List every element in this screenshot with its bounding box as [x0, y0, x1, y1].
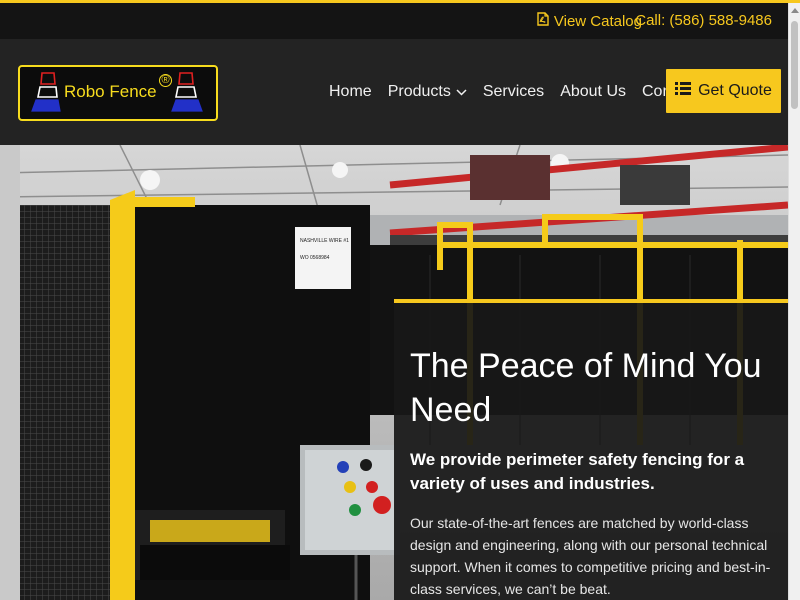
nav-item-services[interactable]: Services [483, 83, 544, 101]
view-catalog-label: View Catalog [553, 12, 642, 30]
list-icon [675, 82, 692, 100]
scroll-thumb[interactable] [791, 21, 798, 109]
hero-content-panel: The Peace of Mind You Need We provide pe… [394, 299, 788, 600]
hero-section: NASHVILLE WIRE #1 WO 0568984 The Peace o… [0, 145, 788, 600]
get-quote-button[interactable]: Get Quote [666, 69, 781, 113]
phone-link[interactable]: Call: (586) 588-9486 [635, 12, 772, 29]
hero-body-text: Our state-of-the-art fences are matched … [410, 515, 771, 597]
nav-item-products[interactable]: Products [388, 83, 467, 101]
pdf-icon [537, 12, 549, 30]
nav-item-about-us[interactable]: About Us [560, 83, 626, 101]
brand-logo[interactable]: Robo Fence ® [18, 65, 218, 121]
registered-mark: ® [159, 74, 172, 87]
hero-heading: The Peace of Mind You Need [410, 347, 762, 429]
scroll-up-icon[interactable] [791, 8, 799, 13]
main-nav: Home Products Services About Us Contact [329, 39, 713, 145]
view-catalog-link[interactable]: View Catalog [537, 12, 642, 30]
page-scrollbar[interactable] [788, 3, 800, 600]
hero-subheading: We provide perimeter safety fencing for … [410, 450, 745, 493]
chevron-down-icon [456, 83, 467, 101]
photo-label-line-2: WO 0568984 [300, 255, 330, 261]
nav-item-home[interactable]: Home [329, 83, 372, 101]
get-quote-label: Get Quote [698, 82, 772, 99]
logo-wordmark: Robo Fence [64, 82, 157, 101]
utility-bar: View Catalog Call: (586) 588-9486 [0, 3, 788, 39]
photo-label-line-1: NASHVILLE WIRE #1 [300, 238, 349, 244]
site-header: Robo Fence ® Home Products Services Abou… [0, 39, 788, 145]
nav-item-products-label: Products [387, 83, 451, 100]
